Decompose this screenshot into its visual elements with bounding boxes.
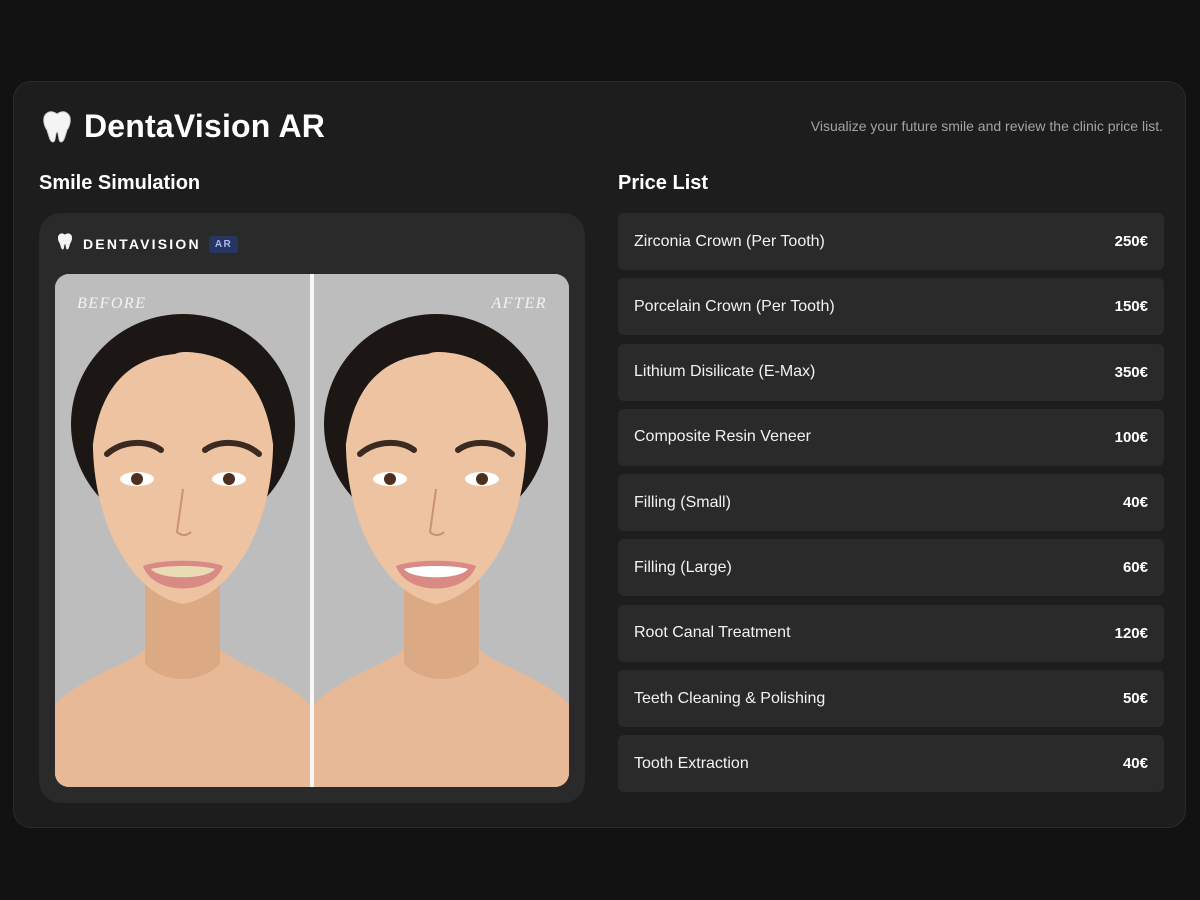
tagline: Visualize your future smile and review t… xyxy=(810,118,1163,134)
price-item-name: Porcelain Crown (Per Tooth) xyxy=(634,297,835,315)
after-photo xyxy=(314,274,569,787)
ar-badge: AR xyxy=(208,235,239,253)
price-item-name: Filling (Large) xyxy=(634,558,732,576)
header: DentaVision AR Visualize your future smi… xyxy=(42,106,1163,146)
main-panel: DentaVision AR Visualize your future smi… xyxy=(13,81,1186,828)
price-item[interactable]: Porcelain Crown (Per Tooth) 150€ xyxy=(618,278,1164,336)
price-item-value: 250€ xyxy=(1114,233,1148,250)
smile-simulation-title: Smile Simulation xyxy=(39,172,201,194)
price-item-name: Zirconia Crown (Per Tooth) xyxy=(634,232,825,250)
price-item[interactable]: Zirconia Crown (Per Tooth) 250€ xyxy=(618,213,1164,270)
smile-simulation-card: DENTAVISION AR BEFORE AFTER xyxy=(39,213,585,803)
price-item-name: Teeth Cleaning & Polishing xyxy=(634,689,826,707)
price-item[interactable]: Root Canal Treatment 120€ xyxy=(618,604,1164,662)
tooth-icon xyxy=(42,110,72,144)
price-item-value: 50€ xyxy=(1122,690,1148,708)
price-item-value: 60€ xyxy=(1122,559,1148,577)
price-item[interactable]: Tooth Extraction 40€ xyxy=(618,735,1164,793)
price-item[interactable]: Filling (Large) 60€ xyxy=(618,539,1164,597)
tooth-icon xyxy=(57,232,73,256)
price-item-value: 40€ xyxy=(1122,755,1148,773)
price-item-value: 120€ xyxy=(1114,624,1148,642)
price-item-name: Tooth Extraction xyxy=(634,754,749,772)
price-item-name: Filling (Small) xyxy=(634,493,731,511)
price-item-name: Composite Resin Veneer xyxy=(634,428,811,446)
price-item[interactable]: Lithium Disilicate (E-Max) 350€ xyxy=(618,343,1164,401)
app-title: DentaVision AR xyxy=(84,108,326,144)
price-item-value: 350€ xyxy=(1114,363,1148,381)
price-item-value: 100€ xyxy=(1114,428,1148,446)
price-item-name: Root Canal Treatment xyxy=(634,624,791,642)
price-item[interactable]: Composite Resin Veneer 100€ xyxy=(618,408,1164,466)
brand-name: DENTAVISION xyxy=(83,236,201,252)
app-logo: DentaVision AR xyxy=(42,108,325,145)
price-item[interactable]: Teeth Cleaning & Polishing 50€ xyxy=(618,670,1164,728)
before-photo xyxy=(55,274,310,787)
price-item-value: 40€ xyxy=(1122,494,1148,512)
price-item-name: Lithium Disilicate (E-Max) xyxy=(634,363,816,381)
price-list: Zirconia Crown (Per Tooth) 250€ Porcelain … xyxy=(618,213,1164,801)
after-label: AFTER xyxy=(491,295,547,312)
simulation-brand: DENTAVISION AR xyxy=(57,232,239,256)
price-list-title: Price List xyxy=(618,172,709,194)
price-item-value: 150€ xyxy=(1114,298,1148,316)
before-after-comparison[interactable]: BEFORE AFTER xyxy=(55,274,569,787)
before-label: BEFORE xyxy=(77,295,147,312)
price-item[interactable]: Filling (Small) 40€ xyxy=(618,474,1164,532)
